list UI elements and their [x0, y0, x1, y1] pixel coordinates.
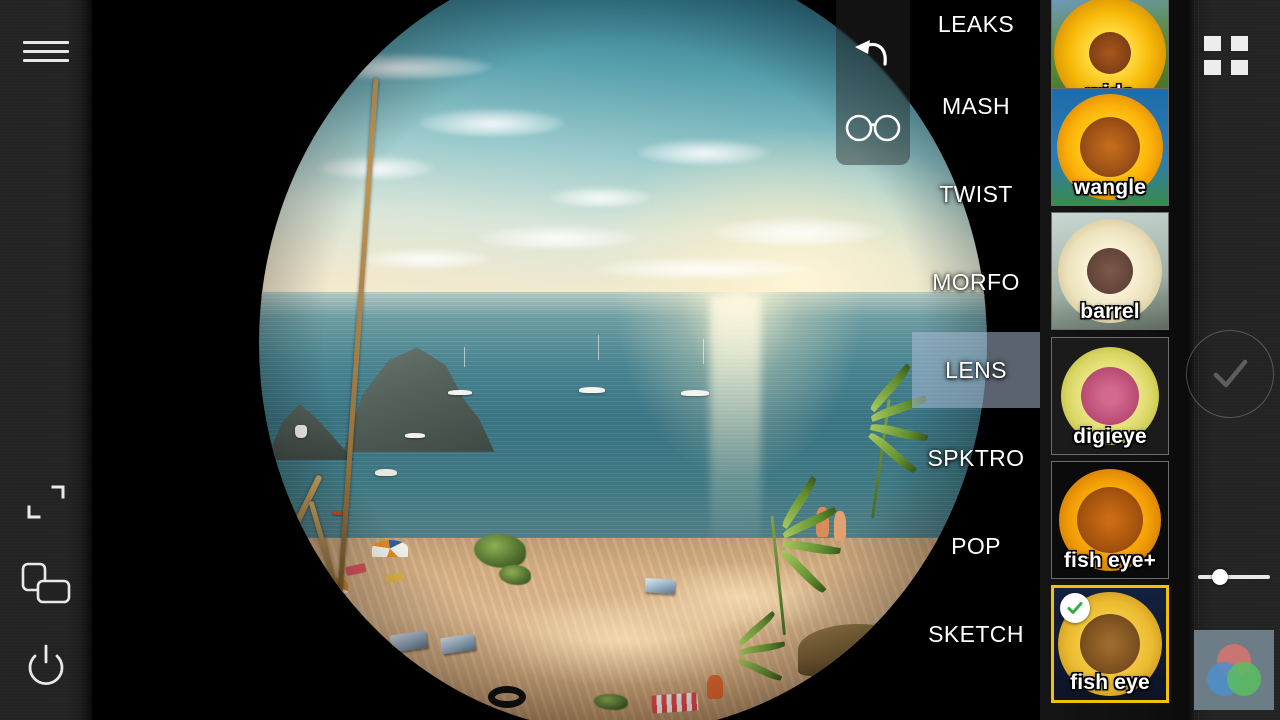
grid-icon-cell: [1204, 36, 1221, 51]
crop-button[interactable]: [0, 478, 92, 526]
power-icon: [28, 644, 64, 685]
menu-item-mash[interactable]: MASH: [912, 68, 1040, 144]
menu-item-lens[interactable]: LENS: [912, 332, 1040, 408]
menu-item-spktro[interactable]: SPKTRO: [912, 420, 1040, 496]
photo-sun-reflection: [710, 296, 762, 554]
intensity-slider[interactable]: [1198, 566, 1270, 588]
rotate-screen-icon: [21, 562, 71, 604]
selected-check-badge: [1060, 593, 1090, 623]
slider-knob[interactable]: [1212, 569, 1228, 585]
glasses-icon: [845, 114, 901, 142]
thumbnail-fish-eye[interactable]: fish eye: [1051, 585, 1169, 703]
grid-icon-cell: [1231, 60, 1248, 75]
grid-icon-cell: [1204, 60, 1221, 75]
color-mixer-button[interactable]: [1194, 630, 1274, 710]
sunflower-preview: [1052, 89, 1168, 205]
undo-arrow-icon: [855, 40, 887, 66]
sunflower-preview: [1052, 213, 1168, 329]
power-button[interactable]: [0, 638, 92, 690]
app-root: LEAKS MASH TWIST MORFO LENS SPKTRO POP S…: [0, 0, 1280, 720]
effect-category-menu[interactable]: LEAKS MASH TWIST MORFO LENS SPKTRO POP S…: [912, 0, 1040, 720]
sunflower-preview: [1052, 338, 1168, 454]
rgb-circles-icon: [1207, 644, 1261, 696]
thumbnail-wangle[interactable]: wangle: [1051, 88, 1169, 206]
hamburger-icon: [23, 35, 69, 68]
confirm-button[interactable]: [1186, 330, 1274, 418]
orientation-button[interactable]: [0, 558, 92, 610]
grid-icon-cell: [1231, 36, 1248, 51]
menu-item-leaks[interactable]: LEAKS: [912, 0, 1040, 62]
left-toolbar: [0, 0, 92, 720]
undo-button[interactable]: [846, 30, 900, 78]
menu-button[interactable]: [0, 28, 92, 74]
check-icon: [1067, 602, 1083, 614]
slider-track[interactable]: [1198, 575, 1270, 579]
thumbnail-digieye[interactable]: digieye: [1051, 337, 1169, 455]
sunflower-preview: [1052, 462, 1168, 578]
menu-item-twist[interactable]: TWIST: [912, 156, 1040, 232]
crop-icon: [27, 485, 65, 519]
thumbnail-barrel[interactable]: barrel: [1051, 212, 1169, 330]
menu-item-sketch[interactable]: SKETCH: [912, 596, 1040, 672]
menu-item-morfo[interactable]: MORFO: [912, 244, 1040, 320]
effect-thumbnail-strip[interactable]: wide wangle barrel digieye: [1040, 0, 1188, 720]
check-icon: [1213, 359, 1248, 388]
thumbnail-fish-eye-plus[interactable]: fish eye+: [1051, 461, 1169, 579]
menu-item-pop[interactable]: POP: [912, 508, 1040, 584]
gallery-grid-button[interactable]: [1204, 36, 1252, 76]
preview-button[interactable]: [840, 104, 906, 152]
